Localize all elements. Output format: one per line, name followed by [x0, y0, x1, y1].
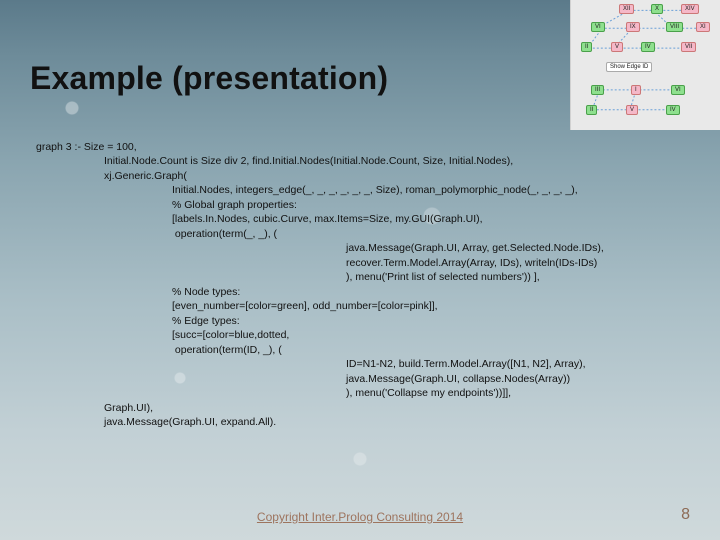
code-line: Graph.UI),	[36, 401, 660, 415]
code-line: operation(term(ID, _), (	[36, 343, 660, 357]
code-line: graph 3 :- Size = 100,	[36, 140, 660, 154]
code-line: ID=N1-N2, build.Term.Model.Array([N1, N2…	[36, 357, 660, 371]
code-block: graph 3 :- Size = 100, Initial.Node.Coun…	[36, 140, 660, 430]
code-line: ), menu('Print list of selected numbers'…	[36, 270, 660, 284]
code-line: [labels.In.Nodes, cubic.Curve, max.Items…	[36, 212, 660, 226]
code-line: % Edge types:	[36, 314, 660, 328]
code-line: java.Message(Graph.UI, expand.All).	[36, 415, 660, 429]
code-line: operation(term(_, _), (	[36, 227, 660, 241]
code-line: java.Message(Graph.UI, Array, get.Select…	[36, 241, 660, 255]
code-line: ), menu('Collapse my endpoints'))]],	[36, 386, 660, 400]
code-line: % Node types:	[36, 285, 660, 299]
code-line: Initial.Node.Count is Size div 2, find.I…	[36, 154, 660, 168]
code-line: [succ=[color=blue,dotted,	[36, 328, 660, 342]
page-number: 8	[681, 506, 690, 524]
code-line: [even_number=[color=green], odd_number=[…	[36, 299, 660, 313]
code-line: recover.Term.Model.Array(Array, IDs), wr…	[36, 256, 660, 270]
code-line: Initial.Nodes, integers_edge(_, _, _, _,…	[36, 183, 660, 197]
slide: Example (presentation) graph 3 :- Size =…	[0, 0, 720, 540]
code-line: java.Message(Graph.UI, collapse.Nodes(Ar…	[36, 372, 660, 386]
slide-title: Example (presentation)	[30, 60, 388, 97]
footer-copyright: Copyright Inter.Prolog Consulting 2014	[257, 510, 463, 524]
code-line: % Global graph properties:	[36, 198, 660, 212]
code-line: xj.Generic.Graph(	[36, 169, 660, 183]
